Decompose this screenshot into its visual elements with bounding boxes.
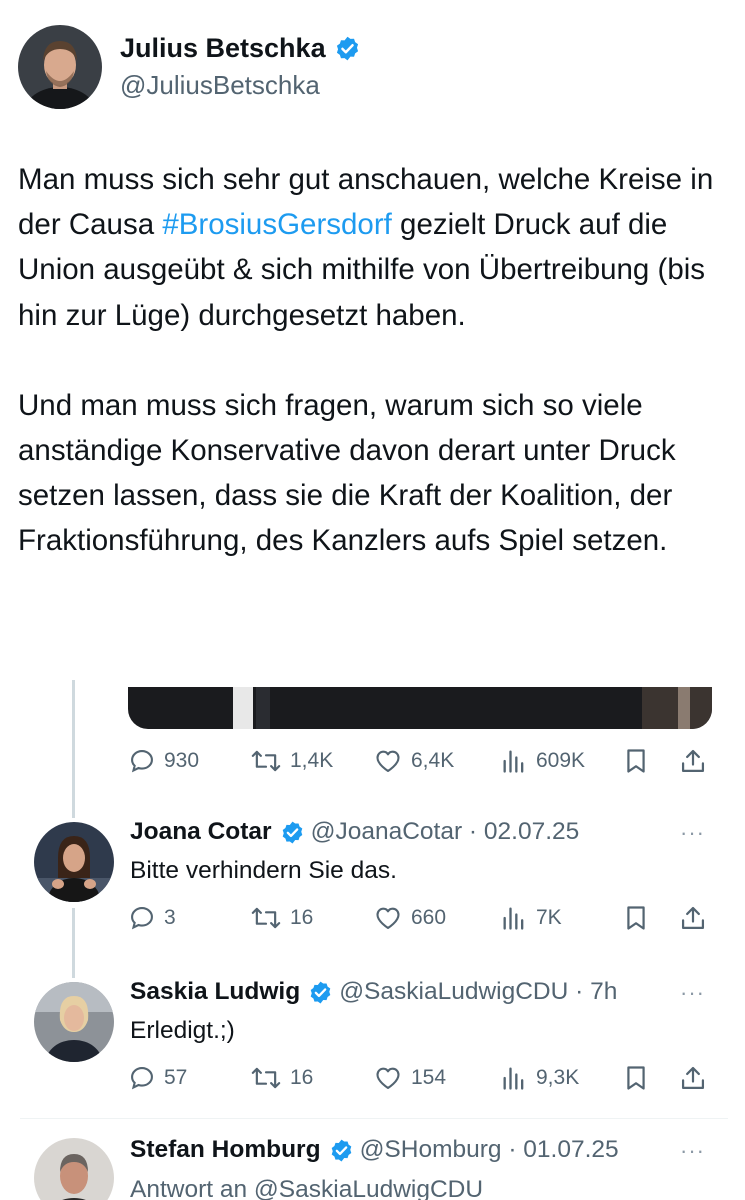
reply-button[interactable]: 57 xyxy=(128,1064,187,1092)
more-options-icon[interactable]: ··· xyxy=(680,1138,705,1164)
avatar[interactable] xyxy=(34,1138,114,1200)
views-button[interactable]: 609K xyxy=(500,747,585,775)
reply-button[interactable]: 3 xyxy=(128,904,176,932)
views-count: 9,3K xyxy=(536,1066,580,1089)
views-count: 609K xyxy=(536,749,586,772)
reply-count: 930 xyxy=(164,749,200,772)
share-button[interactable] xyxy=(679,1063,707,1093)
share-icon xyxy=(681,749,705,773)
more-options-icon[interactable]: ··· xyxy=(680,820,705,846)
reply-handle-time[interactable]: @SaskiaLudwigCDU · 7h xyxy=(339,978,617,1006)
avatar[interactable] xyxy=(34,982,114,1062)
thread-line xyxy=(72,680,75,818)
reply-author-name[interactable]: Saskia Ludwig xyxy=(130,978,300,1006)
repost-icon xyxy=(251,1067,281,1089)
reply-header: Joana Cotar @JoanaCotar · 02.07.25 xyxy=(130,818,579,846)
repost-button[interactable]: 1,4K xyxy=(250,747,333,775)
repost-icon xyxy=(251,907,281,929)
views-icon xyxy=(503,750,524,773)
reply-icon xyxy=(131,750,153,773)
reply-icon xyxy=(131,907,153,930)
reply-text: Antwort an @SaskiaLudwigCDU xyxy=(130,1176,484,1200)
bookmark-button[interactable] xyxy=(622,1063,650,1093)
heart-icon xyxy=(376,907,400,929)
bookmark-icon xyxy=(627,1066,645,1090)
like-button[interactable]: 154 xyxy=(373,1064,446,1092)
reply-header: Saskia Ludwig @SaskiaLudwigCDU · 7h xyxy=(130,978,617,1006)
reply-author-name[interactable]: Stefan Homburg xyxy=(130,1136,321,1164)
reply-author-name[interactable]: Joana Cotar xyxy=(130,818,272,846)
tweet-action-bar: 930 1,4K 6,4K 609K xyxy=(128,743,714,779)
like-count: 6,4K xyxy=(411,749,455,772)
repost-count: 1,4K xyxy=(290,749,334,772)
tweet-paragraph-1: Man muss sich sehr gut anschauen, welche… xyxy=(18,163,714,332)
reply-count: 3 xyxy=(164,906,176,929)
like-button[interactable]: 6,4K xyxy=(373,747,454,775)
bookmark-icon xyxy=(627,749,645,773)
reply-icon xyxy=(131,1067,153,1090)
tweet-author: Julius Betschka @JuliusBetschka xyxy=(18,22,361,112)
reply-button[interactable]: 930 xyxy=(128,747,199,775)
repost-button[interactable]: 16 xyxy=(250,904,313,932)
reply-text: Bitte verhindern Sie das. xyxy=(130,857,397,884)
share-icon xyxy=(681,1066,705,1090)
share-button[interactable] xyxy=(679,903,707,933)
heart-icon xyxy=(376,1067,400,1089)
share-button[interactable] xyxy=(679,746,707,776)
reply-handle-time[interactable]: @JoanaCotar · 02.07.25 xyxy=(311,818,580,846)
bookmark-button[interactable] xyxy=(622,903,650,933)
repost-icon xyxy=(251,750,281,772)
like-button[interactable]: 660 xyxy=(373,904,446,932)
reply-text: Erledigt.;) xyxy=(130,1017,235,1044)
bookmark-icon xyxy=(627,906,645,930)
more-options-icon[interactable]: ··· xyxy=(680,980,705,1006)
verified-badge-icon xyxy=(280,820,305,845)
author-handle[interactable]: @JuliusBetschka xyxy=(120,68,361,102)
like-count: 660 xyxy=(411,906,447,929)
reply-action-bar: 3 16 660 7K xyxy=(128,900,714,936)
verified-badge-icon xyxy=(334,35,361,62)
repost-count: 16 xyxy=(290,1066,314,1089)
bookmark-button[interactable] xyxy=(622,746,650,776)
verified-badge-icon xyxy=(308,980,333,1005)
views-button[interactable]: 9,3K xyxy=(500,1064,579,1092)
heart-icon xyxy=(376,750,400,772)
reply-header: Stefan Homburg @SHomburg · 01.07.25 xyxy=(130,1136,619,1164)
repost-count: 16 xyxy=(290,906,314,929)
reply-count: 57 xyxy=(164,1066,188,1089)
tweet-paragraph-2: Und man muss sich fragen, warum sich so … xyxy=(18,388,676,558)
author-name-row[interactable]: Julius Betschka xyxy=(120,32,361,64)
views-button[interactable]: 7K xyxy=(500,904,562,932)
verified-badge-icon xyxy=(329,1138,354,1163)
avatar[interactable] xyxy=(34,822,114,902)
like-count: 154 xyxy=(411,1066,447,1089)
reply-action-bar: 57 16 154 9,3K xyxy=(128,1060,714,1096)
divider xyxy=(20,1118,728,1119)
thread-line xyxy=(72,908,75,978)
avatar[interactable] xyxy=(18,25,102,109)
views-icon xyxy=(503,1067,524,1090)
reply-handle-time[interactable]: @SHomburg · 01.07.25 xyxy=(360,1136,619,1164)
views-count: 7K xyxy=(536,906,562,929)
views-icon xyxy=(503,907,524,930)
share-icon xyxy=(681,906,705,930)
tweet-text: Man muss sich sehr gut anschauen, welche… xyxy=(18,157,730,564)
author-name[interactable]: Julius Betschka xyxy=(120,32,326,64)
hashtag-link[interactable]: #BrosiusGersdorf xyxy=(162,208,392,241)
embedded-media[interactable] xyxy=(128,687,712,729)
repost-button[interactable]: 16 xyxy=(250,1064,313,1092)
